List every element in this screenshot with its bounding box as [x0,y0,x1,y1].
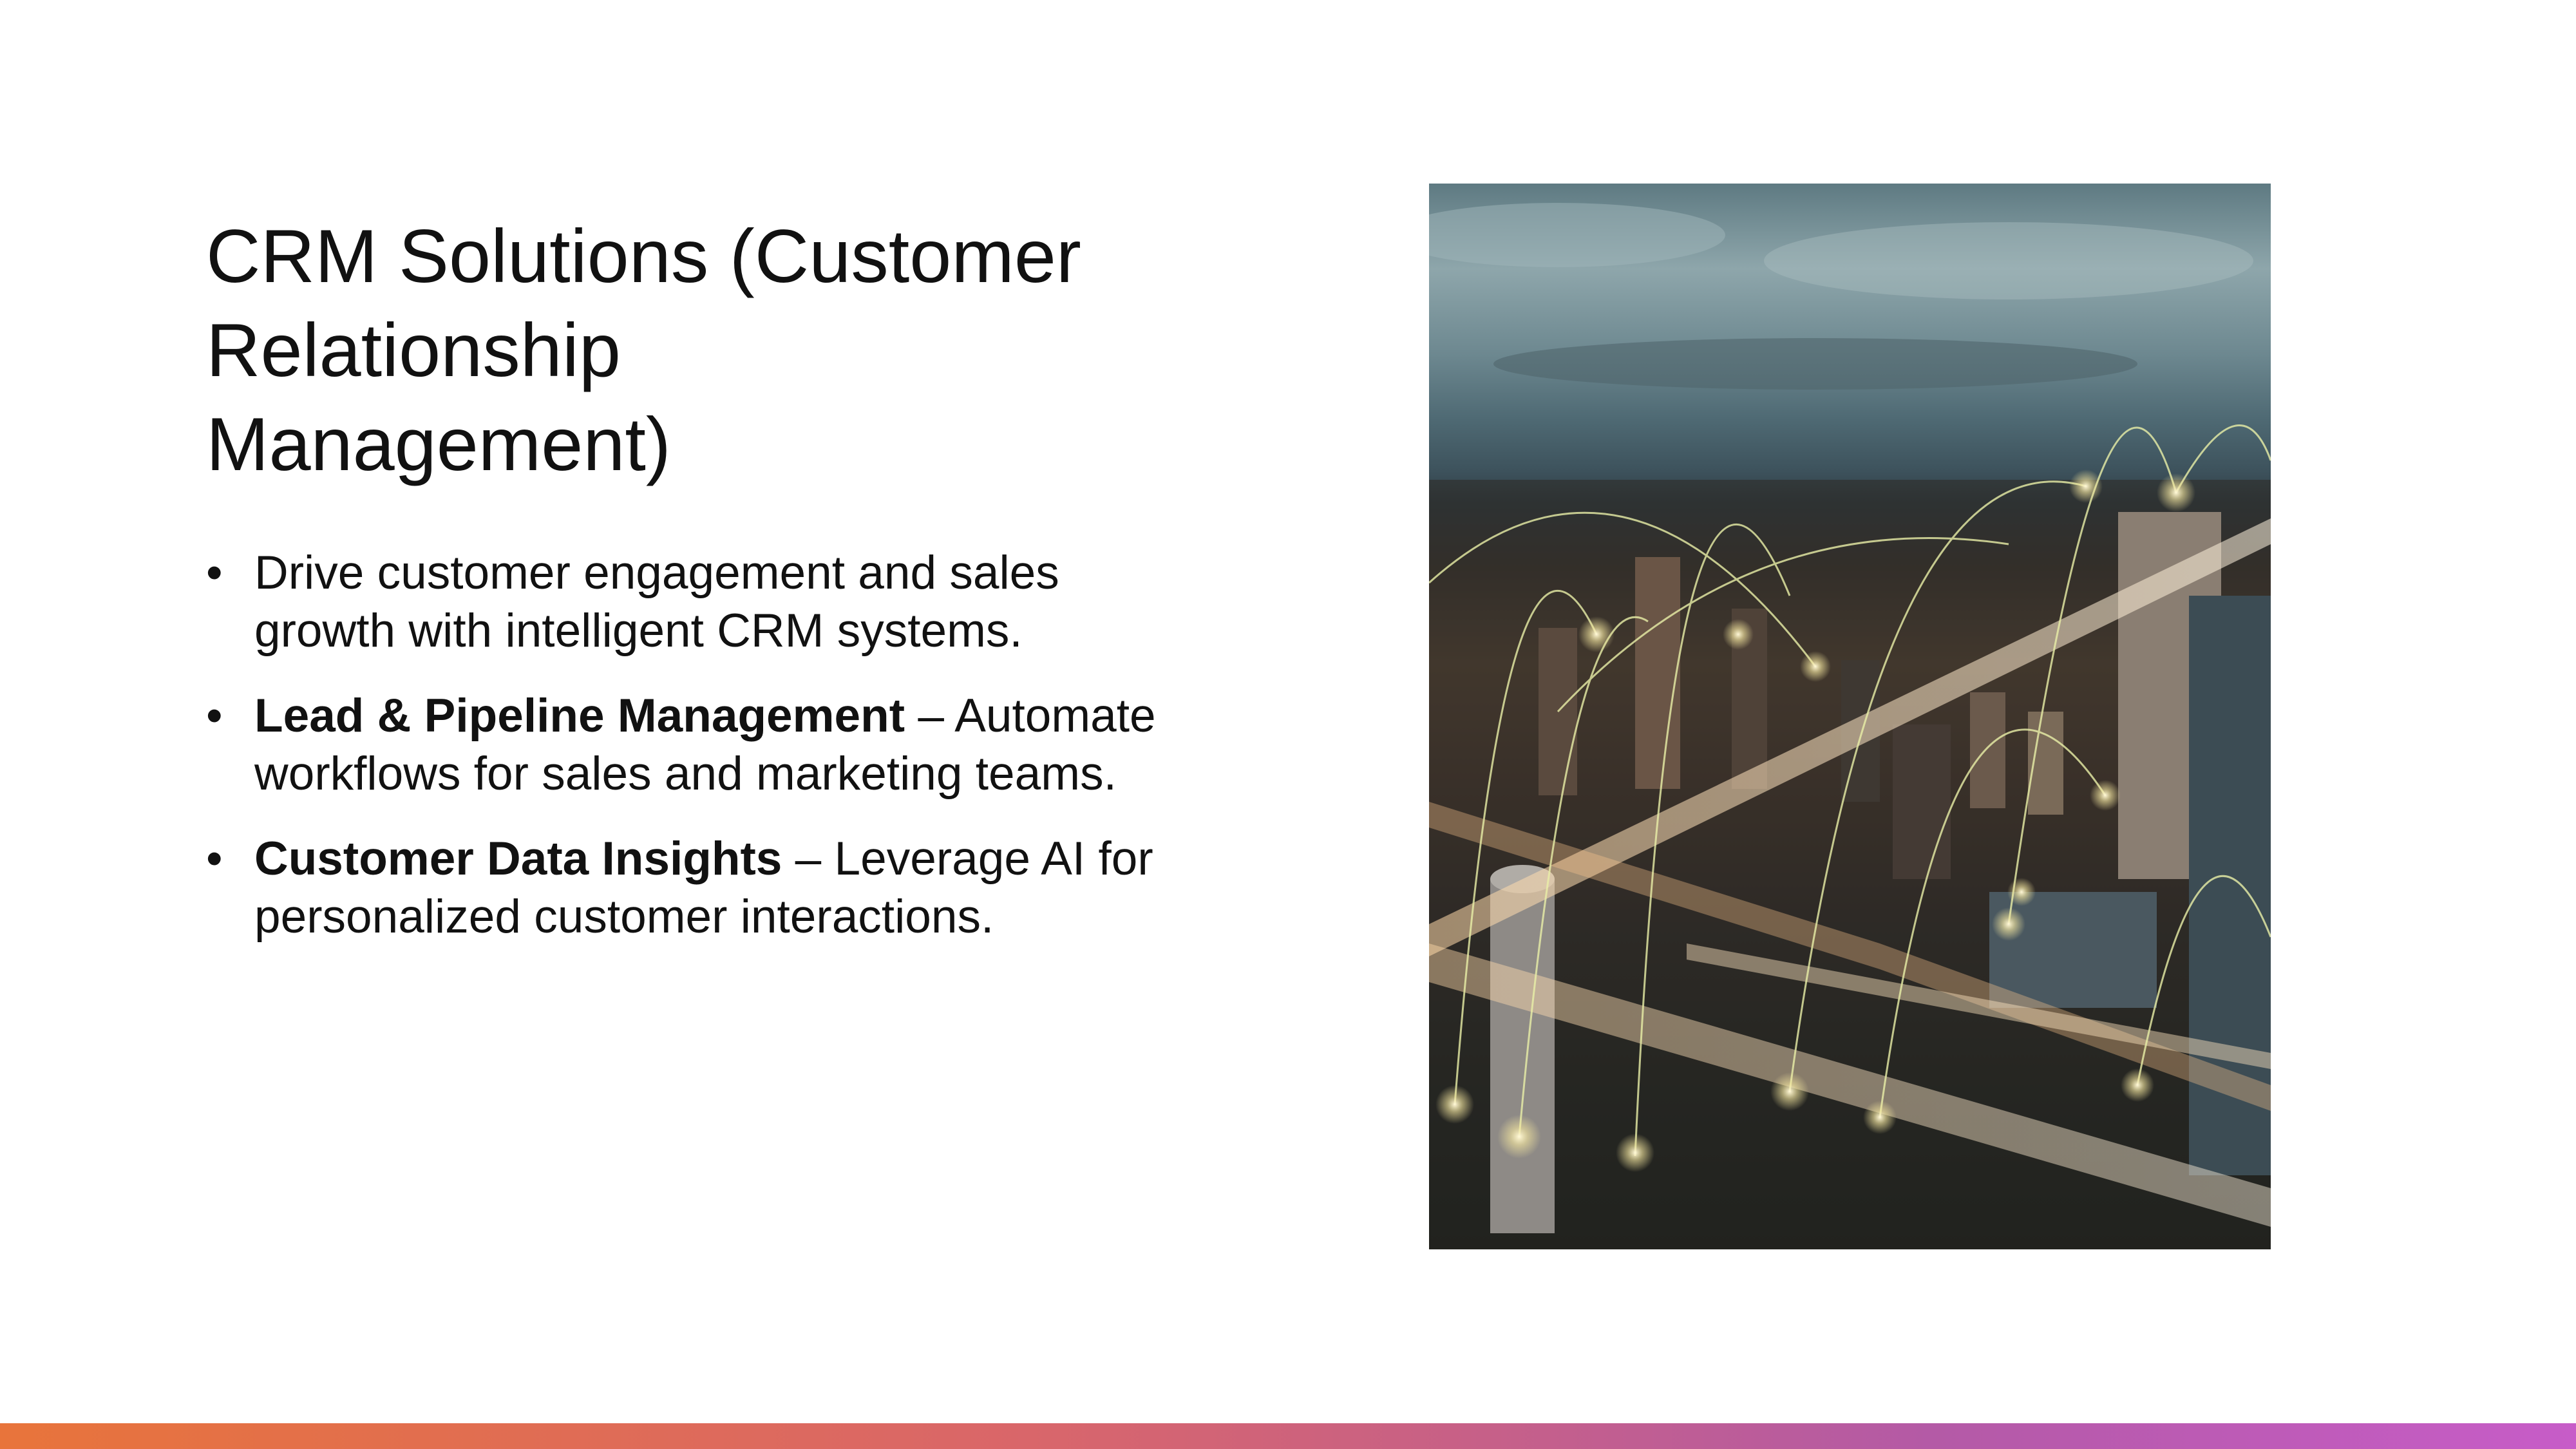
bullet-dot: • [206,833,223,885]
bullet-bold-text: Lead & Pipeline Management [254,690,905,742]
title-line: Relationship [206,308,621,392]
slide-title: CRM Solutions (Customer Relationship Man… [206,209,1172,491]
city-network-image [1429,184,2271,1249]
city-image-illustration [1429,203,2271,1249]
footer-accent-bar [0,1423,2576,1449]
title-line: CRM Solutions (Customer [206,214,1081,298]
bullet-item: • Customer Data Insights – Leverage AI f… [206,830,1185,946]
bullet-dot: • [206,690,223,742]
bullet-dot: • [206,547,223,599]
bullet-item: • Drive customer engagement and sales gr… [206,544,1185,660]
title-line: Management) [206,402,671,486]
slide: CRM Solutions (Customer Relationship Man… [0,0,2576,1449]
bullet-list: • Drive customer engagement and sales gr… [206,544,1185,973]
bullet-text: Drive customer engagement and sales grow… [254,547,1059,657]
bullet-item: • Lead & Pipeline Management – Automate … [206,687,1185,803]
bullet-bold-text: Customer Data Insights [254,833,782,885]
